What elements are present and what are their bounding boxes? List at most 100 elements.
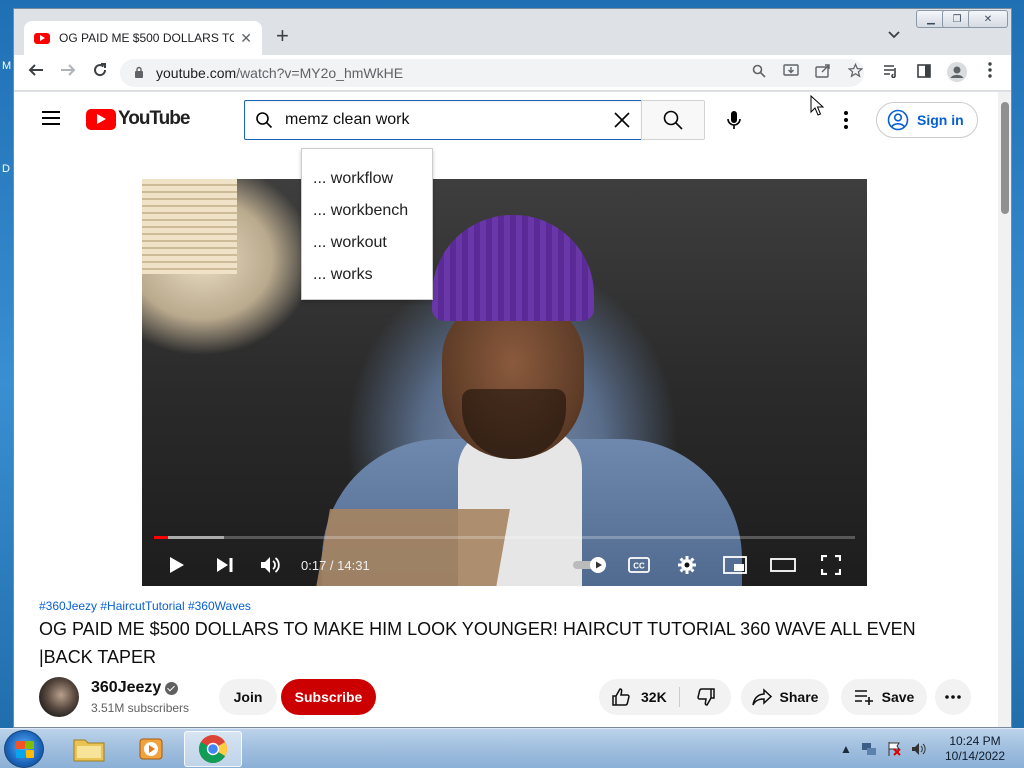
- share-arrow-icon: [751, 688, 772, 706]
- video-hashtags[interactable]: #360Jeezy #HaircutTutorial #360Waves: [39, 599, 251, 613]
- channel-avatar[interactable]: [39, 677, 79, 717]
- back-arrow-icon[interactable]: [25, 62, 47, 84]
- desktop-icon-label: M: [2, 60, 12, 72]
- youtube-page: YouTube Sign in ... workflow ... workben…: [14, 92, 1011, 727]
- search-input[interactable]: [285, 108, 595, 132]
- settings-more-icon[interactable]: [834, 108, 858, 132]
- join-button[interactable]: Join: [219, 679, 277, 715]
- browser-tab[interactable]: OG PAID ME $500 DOLLARS TO MAKE HIM LOOK…: [24, 21, 262, 55]
- save-label: Save: [881, 689, 915, 705]
- guide-menu-icon[interactable]: [42, 111, 60, 125]
- action-center-flag-icon[interactable]: [886, 741, 902, 757]
- suggestion-item[interactable]: ... works: [302, 259, 432, 291]
- install-app-icon[interactable]: [780, 62, 802, 84]
- theater-mode-icon[interactable]: [770, 552, 796, 578]
- svg-text:CC: CC: [633, 562, 645, 571]
- like-button[interactable]: 32K: [599, 679, 679, 715]
- purple-beanie: [432, 215, 594, 321]
- lock-icon[interactable]: [134, 66, 144, 78]
- video-frame: [142, 179, 867, 586]
- tab-strip: OG PAID ME $500 DOLLARS TO MAKE HIM LOOK…: [14, 9, 1011, 55]
- close-tab-icon[interactable]: ✕: [240, 30, 252, 47]
- search-icon: [663, 110, 683, 130]
- search-button[interactable]: [641, 100, 705, 140]
- voice-search-button[interactable]: [714, 100, 754, 140]
- tab-search-chevron-icon[interactable]: [888, 27, 900, 42]
- video-title: OG PAID ME $500 DOLLARS TO MAKE HIM LOOK…: [39, 619, 916, 667]
- share-page-icon[interactable]: [812, 62, 834, 84]
- like-dislike-group: 32K: [599, 679, 731, 715]
- suggestion-item[interactable]: ... workout: [302, 227, 432, 259]
- verified-badge-icon: [165, 682, 178, 695]
- reload-icon[interactable]: [89, 62, 111, 84]
- bookmark-star-icon[interactable]: [844, 62, 866, 84]
- taskbar-media-player-button[interactable]: [122, 731, 180, 767]
- share-label: Share: [779, 689, 819, 705]
- url-text[interactable]: youtube.com/watch?v=MY2o_hmWkHE: [156, 65, 403, 81]
- windows-taskbar: ▲ 10:24 PM 10/14/2022: [0, 728, 1024, 768]
- side-panel-icon[interactable]: [913, 62, 935, 84]
- suggestion-item[interactable]: ... workbench: [302, 195, 432, 227]
- browser-window: OG PAID ME $500 DOLLARS TO MAKE HIM LOOK…: [13, 8, 1012, 728]
- window-blinds: [142, 179, 237, 274]
- save-button[interactable]: Save: [841, 679, 927, 715]
- subscribe-button[interactable]: Subscribe: [281, 679, 376, 715]
- clear-search-icon[interactable]: [611, 109, 633, 131]
- page-scrollbar[interactable]: [998, 92, 1011, 727]
- taskbar-explorer-button[interactable]: [60, 731, 118, 767]
- taskbar-chrome-button[interactable]: [184, 731, 242, 767]
- share-button[interactable]: Share: [741, 679, 829, 715]
- volume-icon[interactable]: [258, 552, 284, 578]
- windows-logo-icon: [16, 741, 34, 758]
- sign-in-label: Sign in: [917, 112, 964, 128]
- browser-menu-icon[interactable]: [979, 62, 1001, 84]
- clock-time: 10:24 PM: [949, 734, 1001, 748]
- sign-in-button[interactable]: Sign in: [876, 102, 978, 138]
- miniplayer-icon[interactable]: [722, 552, 748, 578]
- window-close-button[interactable]: ✕: [968, 10, 1008, 28]
- more-actions-button[interactable]: [935, 679, 971, 715]
- next-video-icon[interactable]: [212, 552, 238, 578]
- chrome-icon: [199, 735, 227, 763]
- video-owner-row: 360Jeezy 3.51M subscribers Join Subscrib…: [39, 677, 999, 721]
- volume-tray-icon[interactable]: [911, 741, 927, 757]
- time-display: 0:17 / 14:31: [301, 558, 370, 573]
- address-bar[interactable]: youtube.com/watch?v=MY2o_hmWkHE: [120, 59, 864, 87]
- taskbar-clock[interactable]: 10:24 PM 10/14/2022: [940, 734, 1010, 764]
- settings-gear-icon[interactable]: [674, 552, 700, 578]
- network-icon[interactable]: [861, 741, 877, 757]
- autoplay-toggle[interactable]: [570, 552, 610, 578]
- forward-arrow-icon[interactable]: [57, 62, 79, 84]
- thumbs-down-icon: [697, 688, 715, 706]
- search-icon: [256, 112, 273, 129]
- dislike-button[interactable]: [683, 679, 729, 715]
- search-box[interactable]: [244, 100, 642, 140]
- channel-name[interactable]: 360Jeezy: [91, 679, 161, 697]
- browser-toolbar: youtube.com/watch?v=MY2o_hmWkHE: [14, 55, 1011, 91]
- like-divider: [679, 687, 680, 707]
- youtube-logo-text: YouTube: [118, 108, 190, 129]
- play-icon[interactable]: [164, 552, 190, 578]
- subtitles-cc-icon[interactable]: CC: [626, 552, 652, 578]
- account-circle-icon: [887, 109, 909, 131]
- clock-date: 10/14/2022: [944, 749, 1006, 763]
- start-button[interactable]: [4, 730, 44, 768]
- player-controls: 0:17 / 14:31 CC: [142, 544, 867, 586]
- zoom-search-icon[interactable]: [748, 62, 770, 84]
- new-tab-button[interactable]: +: [276, 25, 289, 47]
- thumbs-up-icon: [612, 688, 630, 706]
- like-count: 32K: [641, 689, 667, 705]
- scrollbar-thumb[interactable]: [1001, 102, 1009, 214]
- system-tray: ▲: [840, 729, 927, 768]
- profile-avatar-icon[interactable]: [946, 62, 968, 88]
- more-horizontal-icon: [945, 695, 961, 699]
- youtube-logo[interactable]: YouTube: [86, 108, 190, 130]
- video-player[interactable]: 0:17 / 14:31 CC: [142, 179, 867, 586]
- media-player-icon: [139, 738, 163, 760]
- fullscreen-icon[interactable]: [818, 552, 844, 578]
- suggestion-item[interactable]: ... workflow: [302, 163, 432, 195]
- folder-icon: [73, 739, 105, 762]
- progress-bar[interactable]: [154, 536, 855, 539]
- reading-list-icon[interactable]: [880, 62, 902, 84]
- show-hidden-icons-icon[interactable]: ▲: [840, 742, 852, 756]
